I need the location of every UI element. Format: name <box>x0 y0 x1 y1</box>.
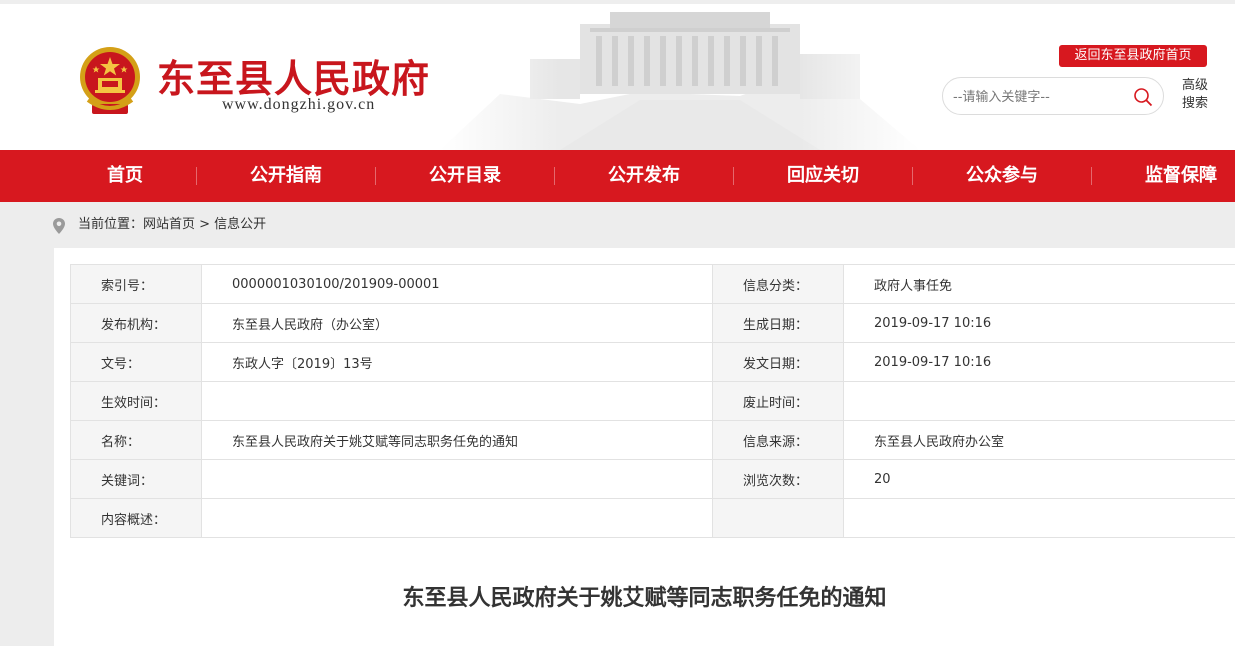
site-header: 东至县人民政府 www.dongzhi.gov.cn 返回东至县政府首页 --请… <box>0 4 1235 150</box>
meta-value <box>843 498 1235 538</box>
meta-value: 政府人事任免 <box>843 264 1235 304</box>
meta-label: 生效时间： <box>70 381 202 421</box>
breadcrumb-text[interactable]: 当前位置：网站首页 > 信息公开 <box>78 214 266 236</box>
government-building-illustration <box>440 4 920 150</box>
nav-separator <box>554 167 555 185</box>
advanced-search-link[interactable]: 高级搜索 <box>1178 77 1212 113</box>
meta-label: 信息来源： <box>712 420 844 460</box>
nav-item-release[interactable]: 公开发布 <box>594 150 694 202</box>
meta-label: 废止时间： <box>712 381 844 421</box>
meta-label: 名称： <box>70 420 202 460</box>
search-box <box>942 77 1164 115</box>
search-input[interactable] <box>953 87 1123 107</box>
nav-separator <box>733 167 734 185</box>
nav-separator <box>912 167 913 185</box>
meta-label: 文号： <box>70 342 202 382</box>
table-row: 内容概述： <box>70 498 1235 538</box>
location-pin-icon <box>53 218 65 234</box>
nav-item-response[interactable]: 回应关切 <box>773 150 873 202</box>
nav-item-supervision[interactable]: 监督保障 <box>1131 150 1231 202</box>
table-row: 发布机构： 东至县人民政府（办公室） 生成日期： 2019-09-17 10:1… <box>70 303 1235 343</box>
nav-item-home[interactable]: 首页 <box>75 150 175 202</box>
nav-item-guide[interactable]: 公开指南 <box>236 150 336 202</box>
article-title: 东至县人民政府关于姚艾赋等同志职务任免的通知 <box>402 586 887 611</box>
meta-value: 东至县人民政府关于姚艾赋等同志职务任免的通知 <box>201 420 713 460</box>
meta-label: 内容概述： <box>70 498 202 538</box>
meta-value <box>201 498 713 538</box>
meta-value: 东至县人民政府办公室 <box>843 420 1235 460</box>
meta-label <box>712 498 844 538</box>
nav-separator <box>1091 167 1092 185</box>
meta-value: 2019-09-17 10:16 <box>843 303 1235 343</box>
meta-label: 发布机构： <box>70 303 202 343</box>
meta-value: 2019-09-17 10:16 <box>843 342 1235 382</box>
meta-value <box>843 381 1235 421</box>
site-url: www.dongzhi.gov.cn <box>222 96 376 113</box>
meta-label: 浏览次数： <box>712 459 844 499</box>
meta-label: 生成日期： <box>712 303 844 343</box>
nav-separator <box>196 167 197 185</box>
meta-label: 索引号： <box>70 264 202 304</box>
table-row: 关键词： 浏览次数： 20 <box>70 459 1235 499</box>
search-icon[interactable] <box>1133 87 1153 107</box>
nav-separator <box>375 167 376 185</box>
table-row: 文号： 东政人字〔2019〕13号 发文日期： 2019-09-17 10:16 <box>70 342 1235 382</box>
table-row: 生效时间： 废止时间： <box>70 381 1235 421</box>
table-row: 名称： 东至县人民政府关于姚艾赋等同志职务任免的通知 信息来源： 东至县人民政府… <box>70 420 1235 460</box>
meta-value <box>201 381 713 421</box>
table-row: 索引号： 0000001030100/201909-00001 信息分类： 政府… <box>70 264 1235 304</box>
meta-label: 发文日期： <box>712 342 844 382</box>
content-panel: 索引号： 0000001030100/201909-00001 信息分类： 政府… <box>54 248 1235 646</box>
meta-value: 20 <box>843 459 1235 499</box>
info-meta-table: 索引号： 0000001030100/201909-00001 信息分类： 政府… <box>70 264 1235 538</box>
meta-value: 0000001030100/201909-00001 <box>201 264 713 304</box>
national-emblem-icon <box>80 47 140 114</box>
meta-value <box>201 459 713 499</box>
meta-label: 关键词： <box>70 459 202 499</box>
meta-label: 信息分类： <box>712 264 844 304</box>
meta-value: 东至县人民政府（办公室） <box>201 303 713 343</box>
nav-item-catalog[interactable]: 公开目录 <box>415 150 515 202</box>
nav-item-participation[interactable]: 公众参与 <box>952 150 1052 202</box>
meta-value: 东政人字〔2019〕13号 <box>201 342 713 382</box>
main-nav: 首页 公开指南 公开目录 公开发布 回应关切 公众参与 监督保障 <box>0 150 1235 202</box>
site-title[interactable]: 东至县人民政府 <box>157 48 430 103</box>
return-home-link[interactable]: 返回东至县政府首页 <box>1059 45 1207 67</box>
